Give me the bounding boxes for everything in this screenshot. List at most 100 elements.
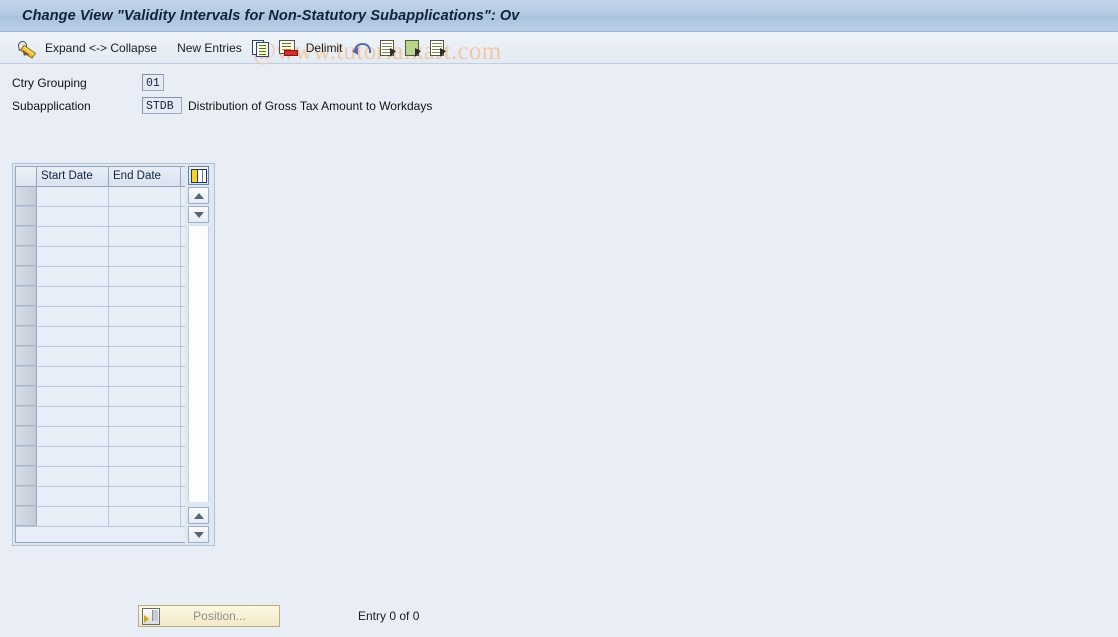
delete-row-button[interactable] [274, 35, 301, 61]
table-cell[interactable] [109, 387, 181, 406]
page-down-button[interactable] [188, 526, 209, 543]
delimit-button[interactable]: Delimit [301, 35, 348, 61]
row-select-cell[interactable] [16, 247, 37, 266]
vertical-scrollbar-track[interactable] [188, 226, 209, 502]
row-select-cell[interactable] [16, 447, 37, 466]
table-cell[interactable] [109, 327, 181, 346]
table-cell[interactable] [37, 367, 109, 386]
table-cell[interactable] [109, 267, 181, 286]
table-cell[interactable] [109, 307, 181, 326]
row-select-cell[interactable] [16, 367, 37, 386]
position-button-label: Position... [193, 609, 246, 623]
table-row[interactable] [16, 287, 185, 307]
table-cell[interactable] [37, 207, 109, 226]
table-row[interactable] [16, 327, 185, 347]
table-cell[interactable] [109, 247, 181, 266]
table-row[interactable] [16, 367, 185, 387]
table-row[interactable] [16, 307, 185, 327]
page-up-button[interactable] [188, 507, 209, 524]
ctry-grouping-label: Ctry Grouping [12, 75, 87, 90]
copy-icon [251, 39, 269, 57]
table-cell[interactable] [109, 427, 181, 446]
row-select-cell[interactable] [16, 187, 37, 206]
table-row[interactable] [16, 427, 185, 447]
select-all-button[interactable] [375, 35, 400, 61]
table-header-select-all-cell[interactable] [16, 167, 37, 186]
table-cell[interactable] [109, 467, 181, 486]
new-entries-button[interactable]: New Entries [172, 35, 247, 61]
table-cell[interactable] [37, 507, 109, 526]
row-select-cell[interactable] [16, 407, 37, 426]
table-row[interactable] [16, 487, 185, 507]
row-select-cell[interactable] [16, 327, 37, 346]
scroll-down-button[interactable] [188, 206, 209, 223]
table-cell[interactable] [109, 407, 181, 426]
table-row[interactable] [16, 267, 185, 287]
table-cell[interactable] [109, 287, 181, 306]
window-title-bar: Change View "Validity Intervals for Non-… [0, 0, 1118, 32]
table-row[interactable] [16, 387, 185, 407]
table-row[interactable] [16, 187, 185, 207]
table-row[interactable] [16, 247, 185, 267]
new-entries-label: New Entries [177, 40, 242, 55]
scroll-up-button[interactable] [188, 187, 209, 204]
position-button[interactable]: Position... [138, 605, 280, 627]
table-cell[interactable] [109, 447, 181, 466]
copy-button[interactable] [247, 35, 274, 61]
validity-intervals-table: Start Date End Date [12, 163, 215, 546]
form-row-ctry-grouping: Ctry Grouping 01 [12, 72, 1118, 93]
column-header-start-date[interactable]: Start Date [37, 167, 109, 186]
table-cell[interactable] [109, 487, 181, 506]
table-cell[interactable] [109, 207, 181, 226]
table-cell[interactable] [37, 267, 109, 286]
table-cell[interactable] [37, 447, 109, 466]
deselect-all-button[interactable] [425, 35, 450, 61]
table-cell[interactable] [37, 187, 109, 206]
table-cell[interactable] [37, 467, 109, 486]
table-cell[interactable] [109, 347, 181, 366]
table-row[interactable] [16, 347, 185, 367]
edit-button[interactable] [12, 35, 40, 61]
table-cell[interactable] [37, 307, 109, 326]
table-cell[interactable] [37, 487, 109, 506]
ctry-grouping-input[interactable]: 01 [142, 74, 164, 91]
row-select-cell[interactable] [16, 387, 37, 406]
column-config-button[interactable] [188, 166, 209, 185]
row-select-cell[interactable] [16, 287, 37, 306]
table-cell[interactable] [109, 227, 181, 246]
select-block-button[interactable] [400, 35, 425, 61]
column-header-end-date[interactable]: End Date [109, 167, 181, 186]
row-select-cell[interactable] [16, 467, 37, 486]
undo-icon [352, 40, 372, 56]
row-select-cell[interactable] [16, 267, 37, 286]
expand-collapse-button[interactable]: Expand <-> Collapse [40, 35, 162, 61]
table-row[interactable] [16, 407, 185, 427]
table-cell[interactable] [37, 247, 109, 266]
row-select-cell[interactable] [16, 427, 37, 446]
row-select-cell[interactable] [16, 307, 37, 326]
table-cell[interactable] [37, 287, 109, 306]
row-select-cell[interactable] [16, 507, 37, 526]
subapplication-input[interactable]: STDB [142, 97, 182, 114]
table-cell[interactable] [37, 407, 109, 426]
table-row[interactable] [16, 227, 185, 247]
table-row[interactable] [16, 207, 185, 227]
page-title: Change View "Validity Intervals for Non-… [22, 7, 520, 24]
table-cell[interactable] [37, 327, 109, 346]
row-select-cell[interactable] [16, 227, 37, 246]
table-cell[interactable] [109, 507, 181, 526]
table-cell[interactable] [109, 367, 181, 386]
row-select-cell[interactable] [16, 207, 37, 226]
table-cell[interactable] [37, 427, 109, 446]
table-row[interactable] [16, 507, 185, 527]
table-cell[interactable] [37, 387, 109, 406]
row-select-cell[interactable] [16, 347, 37, 366]
row-select-cell[interactable] [16, 487, 37, 506]
table-row[interactable] [16, 467, 185, 487]
table-cell[interactable] [109, 187, 181, 206]
table-cell[interactable] [37, 347, 109, 366]
table-cell[interactable] [37, 227, 109, 246]
table-body [16, 187, 185, 527]
table-row[interactable] [16, 447, 185, 467]
undo-button[interactable] [347, 35, 375, 61]
